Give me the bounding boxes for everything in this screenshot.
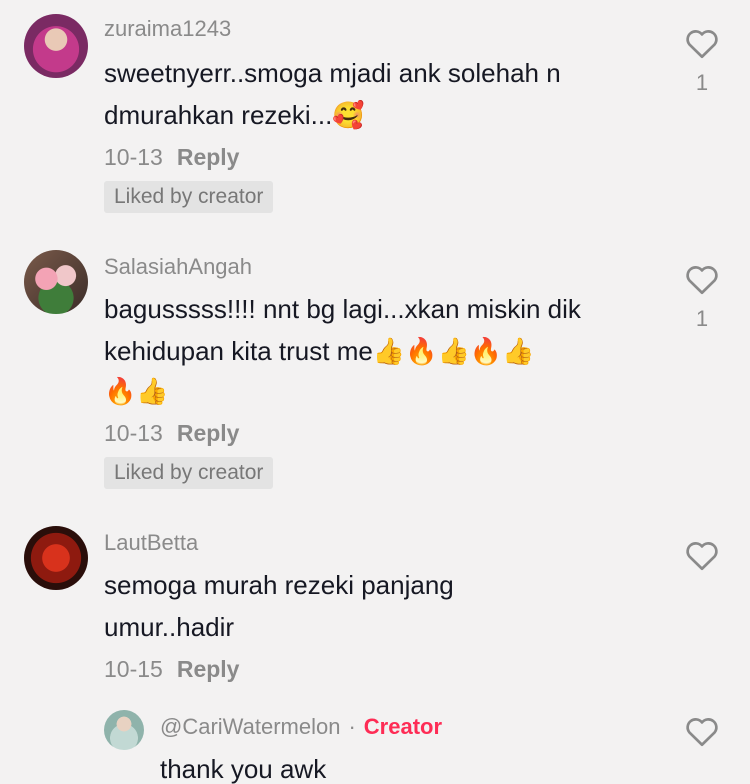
comment-meta: 10-13 Reply <box>104 420 239 447</box>
reply-text: thank you awk <box>160 754 327 784</box>
heart-outline-icon[interactable] <box>683 714 721 750</box>
comment-text-line: semoga murah rezeki panjang <box>104 570 454 600</box>
comment-username[interactable]: zuraima1243 <box>104 16 231 42</box>
like-count: 1 <box>695 306 709 331</box>
heart-outline-icon[interactable] <box>683 262 721 298</box>
reply-header: @CariWatermelon · Creator <box>160 714 442 740</box>
comment-username[interactable]: SalasiahAngah <box>104 254 252 280</box>
comments-panel: zuraima1243 sweetnyerr..smoga mjadi ank … <box>0 0 750 784</box>
comment-text-line: kehidupan kita trust me👍🔥👍🔥👍 <box>104 336 535 366</box>
avatar[interactable] <box>24 250 88 314</box>
liked-by-creator-badge: Liked by creator <box>104 457 274 489</box>
comment-text-line: umur..hadir <box>104 612 235 642</box>
comment-meta: 10-13 Reply <box>104 144 239 171</box>
reply-button[interactable]: Reply <box>177 420 240 446</box>
comment-date: 10-15 <box>104 656 163 682</box>
creator-label: Creator <box>363 714 443 739</box>
comment-username[interactable]: LautBetta <box>104 530 198 556</box>
avatar[interactable] <box>24 526 88 590</box>
like-count: 1 <box>695 70 709 95</box>
heart-outline-icon[interactable] <box>683 26 721 62</box>
creator-avatar[interactable] <box>104 710 144 750</box>
comment-text-line: bagusssss!!!! nnt bg lagi...xkan miskin … <box>104 294 581 324</box>
comment-meta: 10-15 Reply <box>104 656 239 683</box>
comment-text-line: dmurahkan rezeki...🥰 <box>104 100 365 130</box>
comment-text-line: 🔥👍 <box>104 376 169 406</box>
reply-button[interactable]: Reply <box>177 144 240 170</box>
comment-date: 10-13 <box>104 144 163 170</box>
avatar[interactable] <box>24 14 88 78</box>
heart-outline-icon[interactable] <box>683 538 721 574</box>
liked-by-creator-badge: Liked by creator <box>104 181 274 213</box>
separator-dot: · <box>348 714 356 739</box>
reply-button[interactable]: Reply <box>177 656 240 682</box>
comment-date: 10-13 <box>104 420 163 446</box>
reply-username[interactable]: @CariWatermelon <box>160 714 340 739</box>
comment-text-line: sweetnyerr..smoga mjadi ank solehah n <box>104 58 561 88</box>
